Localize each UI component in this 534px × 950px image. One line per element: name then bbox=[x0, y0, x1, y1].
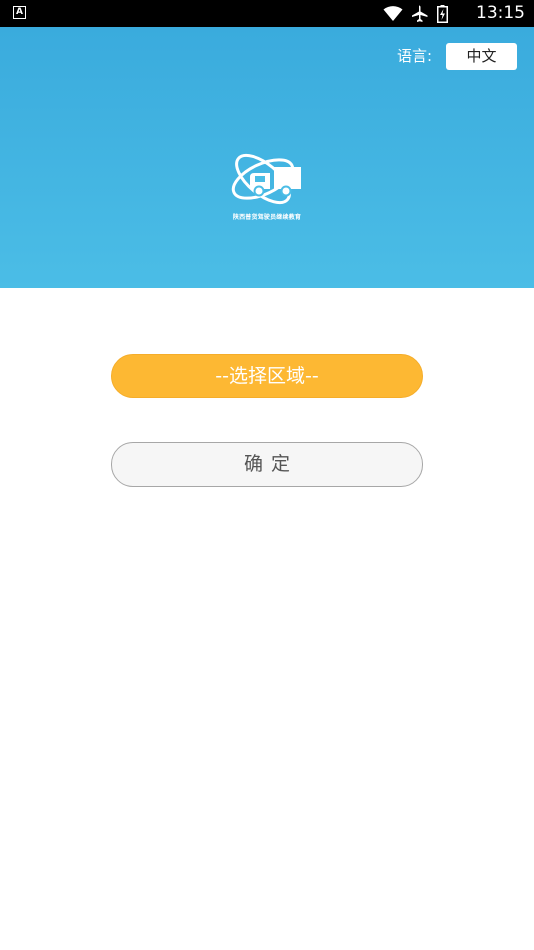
header-banner: 语言: 中文 陕西普货驾驶员继续教育 bbox=[0, 27, 534, 288]
airplane-mode-icon bbox=[412, 5, 428, 22]
language-label: 语言: bbox=[397, 47, 433, 65]
logo-caption: 陕西普货驾驶员继续教育 bbox=[232, 214, 302, 221]
truck-orbit-logo-icon bbox=[231, 153, 301, 205]
select-region-button[interactable]: --选择区域-- bbox=[111, 354, 423, 398]
wifi-icon bbox=[383, 6, 403, 21]
battery-icon bbox=[437, 5, 448, 23]
language-select[interactable]: 中文 bbox=[446, 43, 517, 70]
status-bar: A 13:15 bbox=[0, 0, 534, 27]
confirm-button[interactable]: 确定 bbox=[111, 442, 423, 487]
status-time: 13:15 bbox=[476, 3, 525, 23]
notification-icon: A bbox=[13, 6, 26, 19]
status-icons bbox=[383, 4, 448, 24]
